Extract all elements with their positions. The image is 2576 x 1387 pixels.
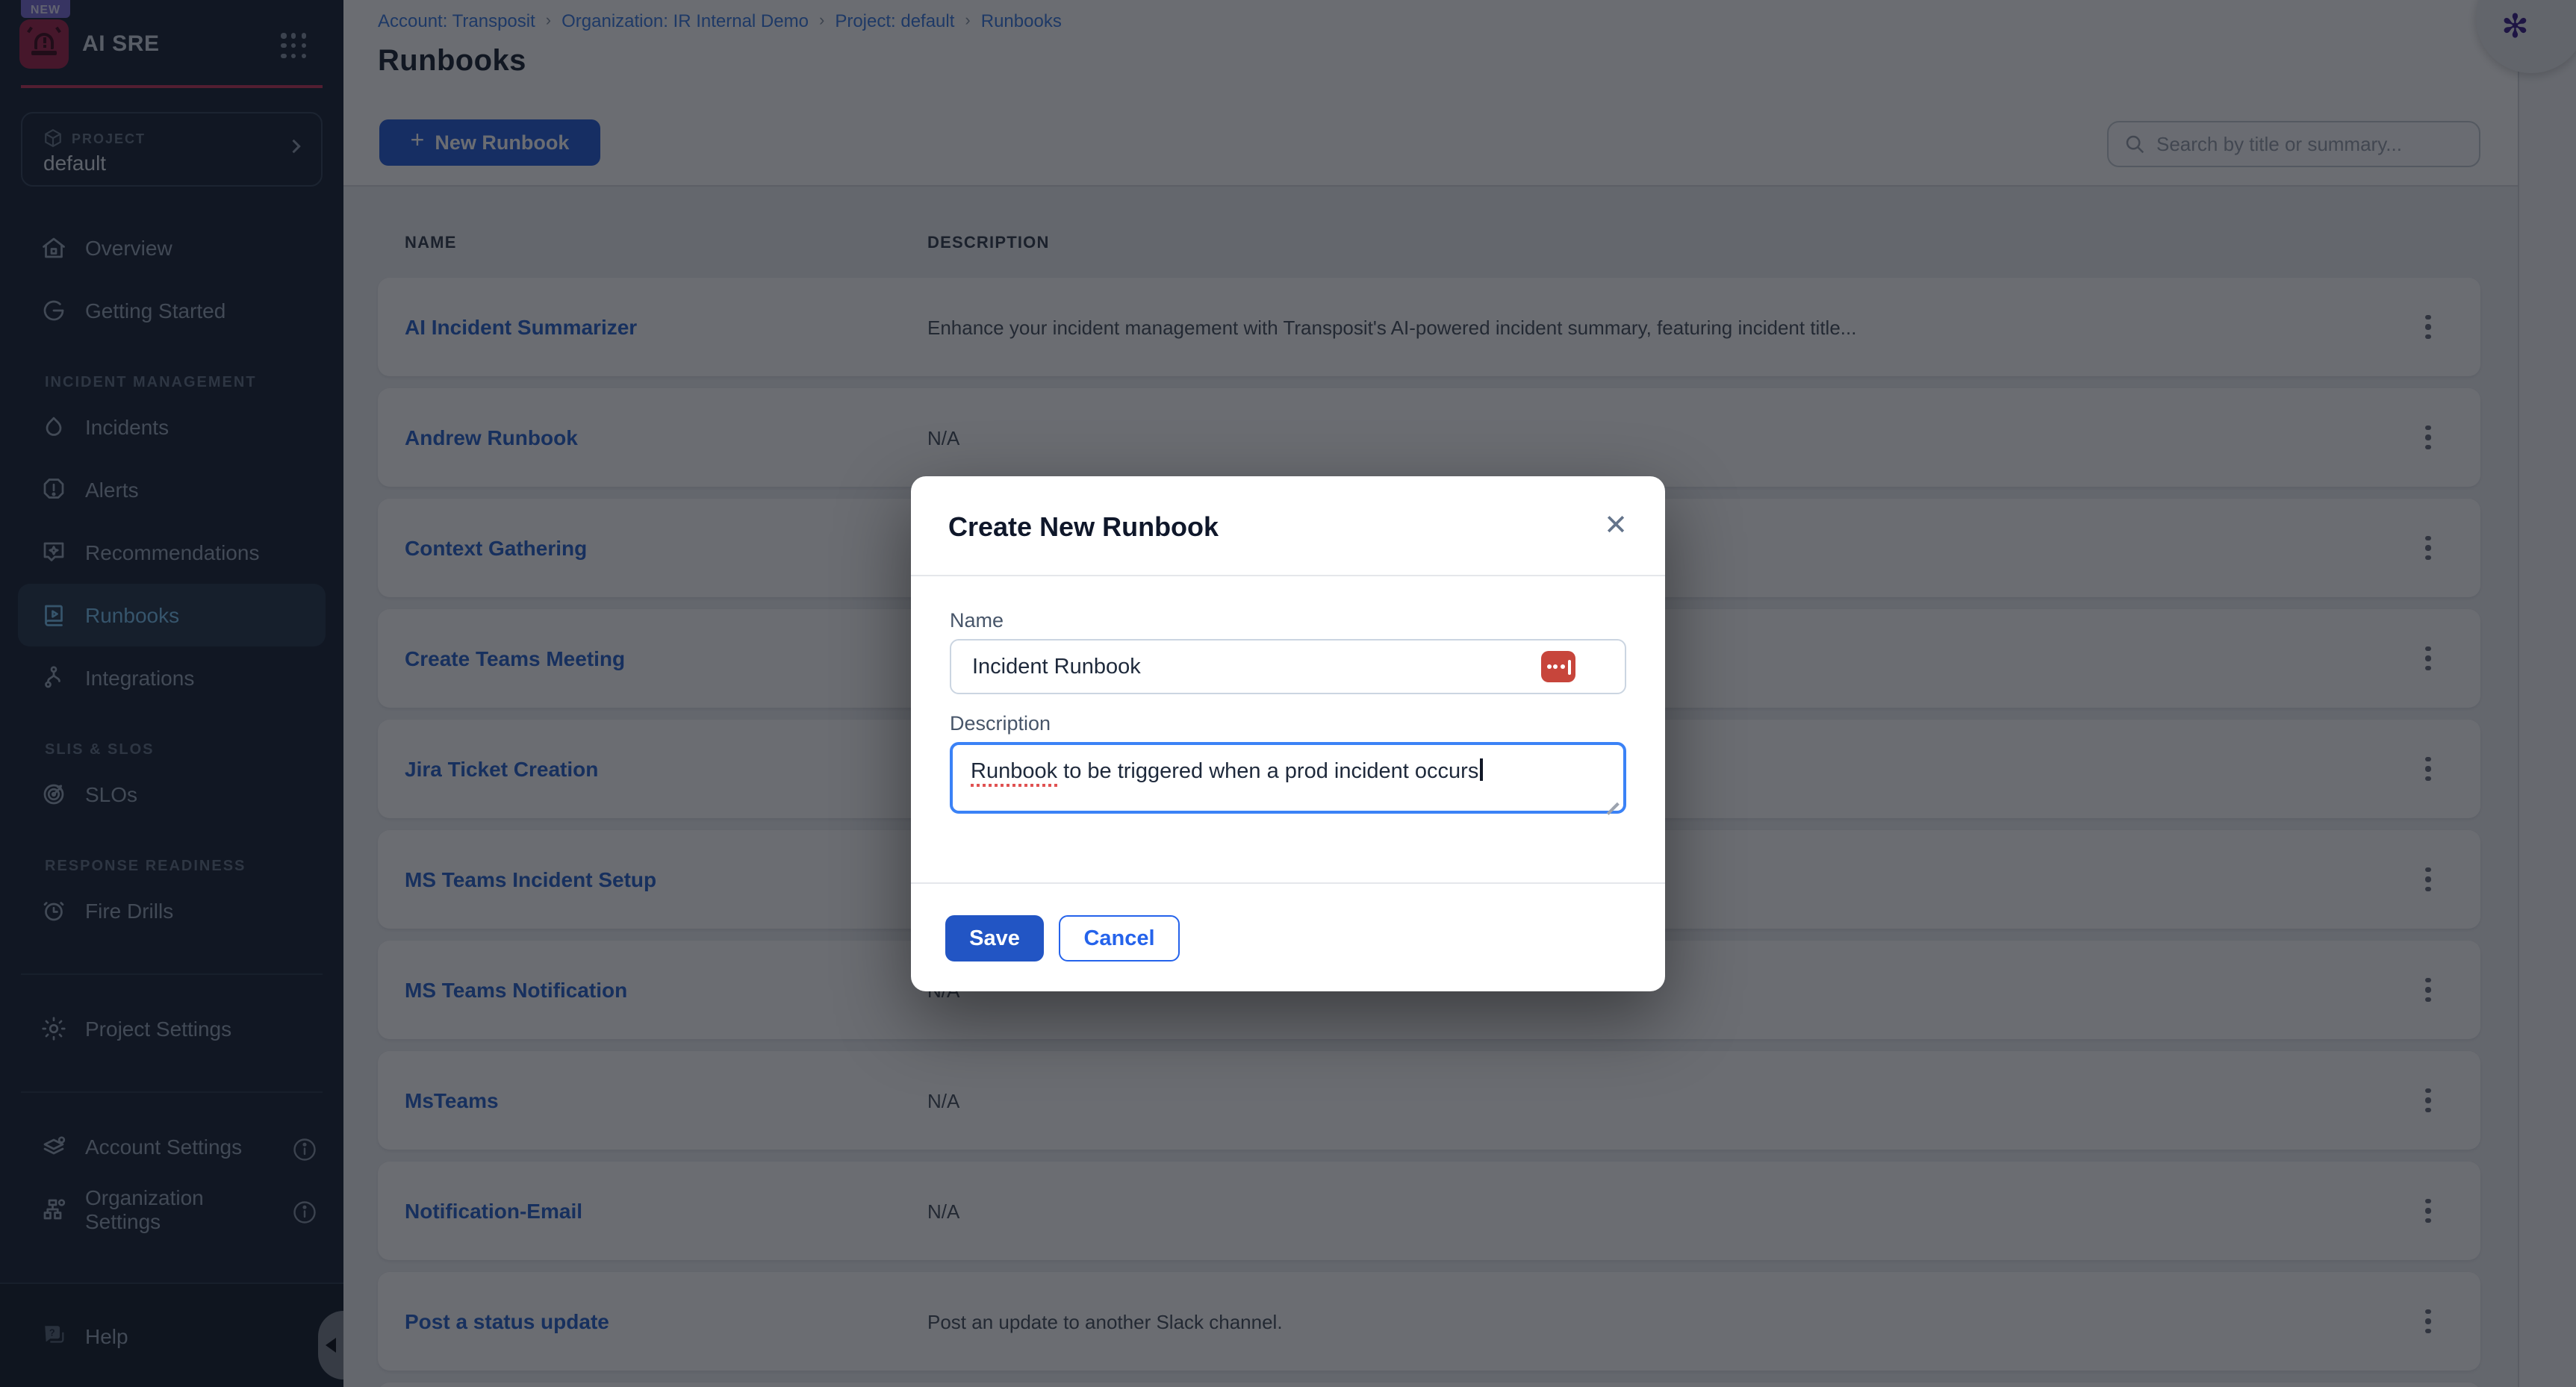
modal-header: Create New Runbook ✕ [911,476,1665,576]
close-icon[interactable]: ✕ [1599,509,1632,542]
name-input[interactable] [950,639,1626,694]
modal-title: Create New Runbook [948,512,1219,543]
misspelled-word: Runbook [971,760,1057,784]
resize-handle-icon[interactable] [1605,793,1619,806]
name-label: Name [950,609,1004,632]
cancel-button[interactable]: Cancel [1059,915,1180,961]
text-caret [1480,758,1482,781]
app-root: NEW AI SRE PROJECT default OverviewGetti… [0,0,2576,1387]
modal-footer: Save Cancel [911,882,1665,991]
password-manager-icon[interactable] [1541,651,1575,682]
description-textarea[interactable]: Runbook to be triggered when a prod inci… [950,742,1626,814]
description-label: Description [950,712,1051,735]
create-runbook-modal: Create New Runbook ✕ Name Description Ru… [911,476,1665,991]
save-button[interactable]: Save [945,915,1044,961]
